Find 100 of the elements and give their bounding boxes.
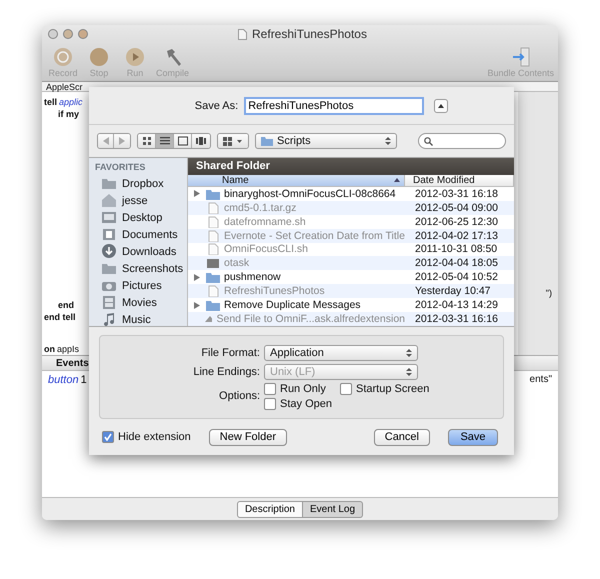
checkbox-label: Run Only (280, 382, 326, 394)
zoom-button[interactable] (78, 29, 88, 39)
document-icon (238, 28, 248, 40)
code-token: appIs (57, 343, 80, 355)
field-label: Line Endings: (192, 366, 260, 378)
date-cell-text: 2012-03-31 16:16 (414, 313, 498, 325)
code-token: 1 (80, 374, 87, 388)
updown-arrows-icon (406, 348, 412, 358)
updown-arrows-icon (385, 136, 391, 146)
date-cell-text: 2012-04-13 14:29 (414, 299, 498, 312)
checkbox[interactable] (102, 431, 114, 443)
folder-icon (261, 136, 273, 146)
music-note-icon (101, 312, 117, 327)
sidebar-item[interactable]: Pictures (95, 277, 187, 294)
sidebar-item[interactable]: Downloads (95, 243, 187, 260)
grid-view-icon (142, 136, 152, 146)
date-cell-text: 2012-05-04 10:52 (414, 271, 498, 284)
folder-icon (101, 261, 117, 276)
view-mode-button[interactable] (192, 134, 210, 148)
save-as-label: Save As: (194, 100, 238, 112)
file-row[interactable]: otask 2012-04-04 18:05 (188, 256, 514, 270)
updown-arrows-icon (406, 366, 412, 376)
sidebar-item[interactable]: Dropbox (95, 175, 187, 192)
search-field[interactable] (418, 133, 506, 149)
date-cell-text: 2012-06-25 12:30 (414, 216, 498, 228)
segment-tab[interactable]: Description (236, 500, 303, 518)
code-token: if my (58, 108, 80, 120)
file-name[interactable]: binaryghost-OmniFocusCLI-08c8664 (224, 188, 396, 200)
sidebar-item[interactable]: Music (95, 311, 187, 328)
sidebar-item[interactable]: Desktop (95, 209, 187, 226)
date-cell-text: 2012-05-04 09:00 (414, 202, 498, 214)
close-button[interactable] (48, 29, 58, 39)
log-text: ents" (530, 374, 552, 387)
sidebar-item[interactable]: jesse (95, 192, 187, 209)
up-triangle-icon (438, 104, 444, 108)
monitor-icon (101, 210, 117, 225)
sidebar-item[interactable]: Documents (95, 226, 187, 243)
column-header[interactable]: Date Modified (405, 174, 514, 186)
view-mode-button[interactable] (174, 134, 192, 148)
file-row[interactable]: OmniFocusCLI.sh 2011-10-31 08:50 (188, 242, 514, 256)
checkbox-label: Hide extension (118, 431, 191, 443)
grid-caret-icon (223, 136, 243, 146)
view-mode-button[interactable] (156, 134, 174, 148)
disclosure-triangle-icon[interactable] (194, 274, 200, 281)
back-icon (102, 137, 108, 145)
code-token: end tell (44, 311, 76, 323)
new-folder-button[interactable]: New Folder (208, 428, 288, 446)
file-row[interactable]: Send File to OmniF...ask.alfredextension 2012-03-31 16:16 (188, 312, 514, 326)
film-icon (101, 295, 117, 310)
checkbox-label: Stay Open (280, 398, 332, 410)
folder-icon (101, 176, 117, 191)
file-format-popup[interactable]: Application (264, 344, 418, 360)
disclosure-triangle-icon[interactable] (194, 190, 200, 198)
file-name-field[interactable]: RefreshiTunesPhotos (244, 96, 424, 114)
back-button[interactable] (98, 134, 114, 148)
editor-tab[interactable]: AppleScr (46, 82, 83, 92)
sidebar-heading: FAVORITES (95, 161, 146, 174)
file-row[interactable]: datefromname.sh 2012-06-25 12:30 (188, 214, 514, 229)
events-tab[interactable]: Events (56, 358, 89, 368)
file-name[interactable]: Remove Duplicate Messages (224, 299, 361, 312)
code-token: tell (44, 96, 58, 108)
file-name[interactable]: pushmenow (224, 271, 281, 284)
checkbox-label: Startup Screen (356, 382, 430, 394)
house-icon (101, 193, 117, 208)
document-icon (101, 227, 117, 242)
date-cell-text: 2012-04-02 17:13 (414, 230, 498, 242)
checkbox[interactable] (264, 398, 276, 410)
segment-tab[interactable]: Event Log (302, 500, 364, 518)
code-token: ") (546, 287, 552, 299)
window-title: RefreshiTunesPhotos (252, 27, 367, 41)
checkbox[interactable] (264, 382, 276, 394)
column-view-icon (178, 136, 188, 146)
download-icon (101, 244, 117, 259)
sort-arrow-icon (394, 178, 400, 182)
column-header[interactable]: Name (188, 174, 405, 186)
code-token: on (44, 343, 55, 355)
save-button[interactable]: Save (448, 428, 498, 446)
file-row[interactable]: Evernote - Set Creation Date from Title 2012-04-02 17:13 (188, 228, 514, 243)
terminal-icon (206, 257, 220, 270)
forward-button[interactable] (114, 134, 130, 148)
date-cell-text: 2012-03-31 16:18 (414, 188, 498, 200)
date-cell-text: 2011-10-31 08:50 (414, 243, 498, 256)
file-row[interactable]: RefreshiTunesPhotos Yesterday 10:47 (188, 284, 514, 298)
expand-button[interactable] (434, 98, 448, 112)
location-popup[interactable]: Scripts (255, 133, 397, 149)
forward-icon (119, 137, 125, 145)
file-row[interactable]: cmd5-0.1.tar.gz 2012-05-04 09:00 (188, 200, 514, 215)
cover-flow-icon (196, 136, 206, 146)
list-view-icon (160, 136, 170, 146)
field-label: Options: (218, 390, 260, 402)
disclosure-triangle-icon[interactable] (194, 302, 200, 309)
checkbox[interactable] (340, 382, 352, 394)
list-title: Shared Folder (188, 158, 514, 175)
sidebar-item[interactable]: Screenshots (95, 260, 187, 277)
view-mode-button[interactable] (138, 134, 156, 148)
record-icon (53, 47, 73, 67)
sidebar-item[interactable]: Movies (95, 294, 187, 311)
play-icon (125, 47, 145, 67)
cancel-button[interactable]: Cancel (374, 428, 430, 446)
minimize-button[interactable] (63, 29, 73, 39)
